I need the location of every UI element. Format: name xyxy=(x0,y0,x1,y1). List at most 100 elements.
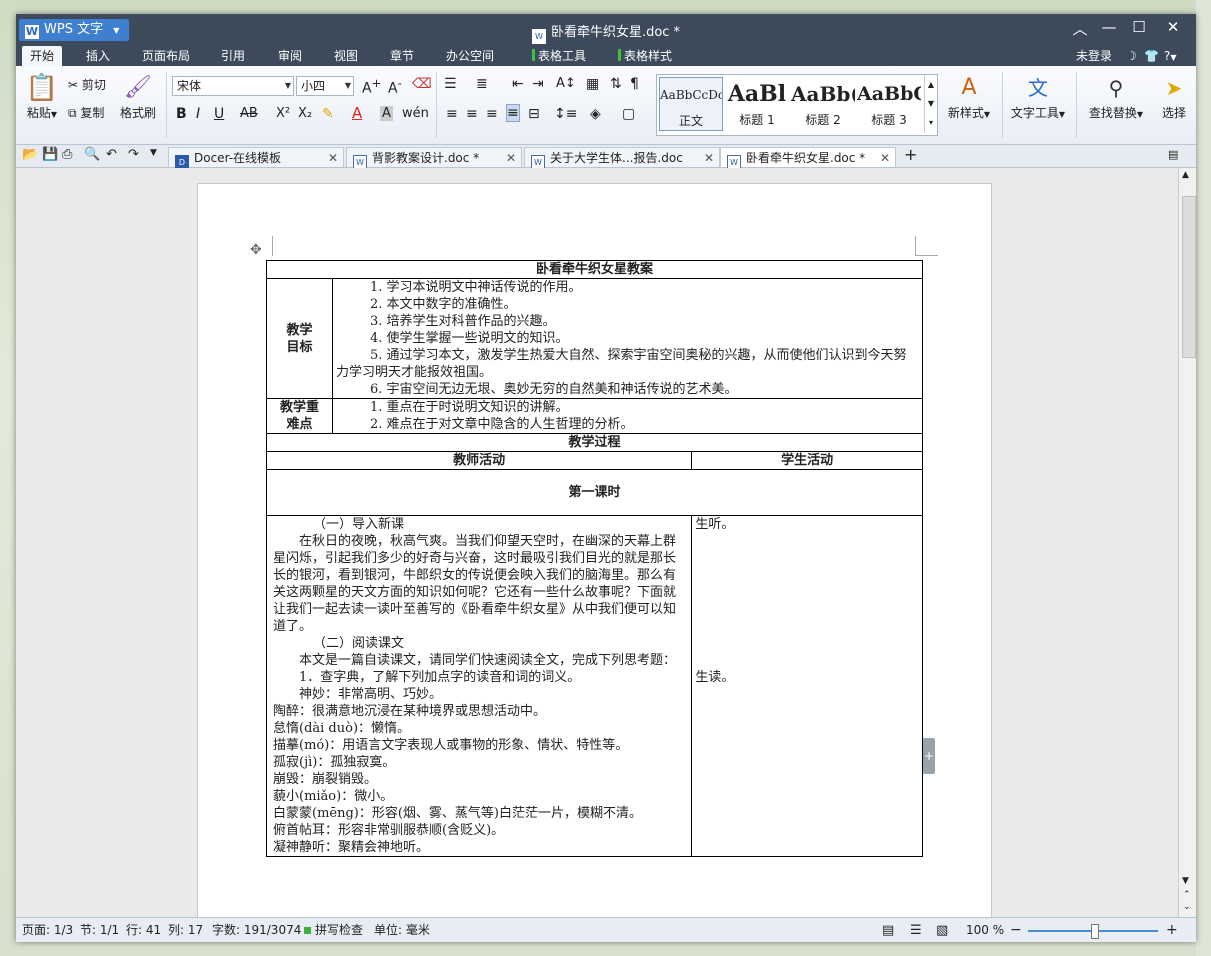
sort-icon[interactable]: ⇅ xyxy=(610,76,622,92)
skin-icon[interactable]: ☽ xyxy=(1126,46,1137,66)
tab-view[interactable]: 视图 xyxy=(326,46,366,66)
format-painter-button[interactable]: 🖌 格式刷 xyxy=(116,72,160,121)
tab-doc-report[interactable]: W 关于大学生体...报告.doc ✕ xyxy=(524,147,720,171)
zoom-level[interactable]: 100 % xyxy=(966,918,1004,942)
distribute-icon[interactable]: ⊟ xyxy=(528,106,540,122)
zoom-out-icon[interactable]: − xyxy=(1010,918,1022,942)
tab-insert[interactable]: 插入 xyxy=(78,46,118,66)
char-shading-icon[interactable]: A xyxy=(380,106,393,121)
show-marks-icon[interactable]: ¶ xyxy=(630,76,639,92)
status-page[interactable]: 页面: 1/3 xyxy=(22,918,73,942)
status-word-count[interactable]: 字数: 191/3074 xyxy=(212,918,301,942)
subscript-icon[interactable]: X₂ xyxy=(298,106,312,121)
numbered-list-icon[interactable]: ≣ xyxy=(476,76,488,92)
table-move-handle-icon[interactable]: ✥ xyxy=(250,242,262,258)
status-unit[interactable]: 单位: 毫米 xyxy=(374,918,430,942)
tab-chapter[interactable]: 章节 xyxy=(382,46,422,66)
new-style-button[interactable]: A 新样式▼ xyxy=(944,72,994,121)
justify-icon[interactable]: ≡ xyxy=(506,104,520,122)
clear-format-icon[interactable]: ⌫ xyxy=(412,76,432,92)
text-direction-icon[interactable]: A↕ xyxy=(556,76,576,91)
expand-panel-icon[interactable]: + xyxy=(923,738,935,774)
login-link[interactable]: 未登录 xyxy=(1076,46,1112,66)
document-page[interactable]: ✥ 卧看牵牛织女星教案 教学目标 1. 学习本说明文中神话传说的作用。 2. 本… xyxy=(197,183,992,917)
prev-page-icon[interactable]: ⌃ xyxy=(1183,890,1191,900)
paste-button[interactable]: 📋 粘贴▼ xyxy=(22,72,62,121)
undo-icon[interactable]: ↶ xyxy=(106,147,117,162)
tab-table-tools[interactable]: 表格工具 xyxy=(524,46,594,66)
close-tab-icon[interactable]: ✕ xyxy=(328,148,338,168)
style-heading-1[interactable]: AaBl 标题 1 xyxy=(725,77,789,128)
style-heading-3[interactable]: AaBbC 标题 3 xyxy=(857,77,921,128)
tab-page-layout[interactable]: 页面布局 xyxy=(136,46,196,66)
tab-table-style[interactable]: 表格样式 xyxy=(610,46,680,66)
align-left-icon[interactable]: ≡ xyxy=(446,106,458,122)
style-gallery-scroll[interactable]: ▲ ▼ ▾ xyxy=(924,75,937,133)
shrink-font-icon[interactable]: A- xyxy=(388,76,402,97)
help-button[interactable]: ?▼ xyxy=(1164,46,1177,68)
close-icon[interactable]: ✕ xyxy=(1161,18,1185,36)
find-replace-button[interactable]: ⚲ 查找替换▼ xyxy=(1084,72,1148,121)
tab-list-icon[interactable]: ▤ xyxy=(1168,148,1178,161)
close-tab-icon[interactable]: ✕ xyxy=(880,148,890,168)
shirt-icon[interactable]: 👕 xyxy=(1144,46,1159,66)
tab-doc-beiying[interactable]: W 背影教案设计.doc * ✕ xyxy=(346,147,522,171)
cut-button[interactable]: ✂ 剪切 xyxy=(68,76,106,93)
bold-icon[interactable]: B xyxy=(176,106,187,122)
table-grid-icon[interactable]: ▦ xyxy=(586,76,599,92)
maximize-icon[interactable]: ☐ xyxy=(1127,18,1151,36)
redo-icon[interactable]: ↷ xyxy=(128,147,139,162)
copy-button[interactable]: ⧉ 复制 xyxy=(68,104,104,121)
scroll-up-icon[interactable]: ▲ xyxy=(1182,170,1189,180)
scroll-thumb[interactable] xyxy=(1182,196,1196,358)
tab-office-space[interactable]: 办公空间 xyxy=(440,46,500,66)
phonetic-icon[interactable]: wén xyxy=(402,106,429,121)
open-icon[interactable]: 📂 xyxy=(22,147,38,162)
print-icon[interactable]: ⎙ xyxy=(62,147,72,162)
minimize-icon[interactable]: — xyxy=(1097,18,1121,36)
font-color-icon[interactable]: A xyxy=(352,104,362,122)
text-tools-button[interactable]: 文 文字工具▼ xyxy=(1008,72,1068,121)
save-icon[interactable]: 💾 xyxy=(42,147,58,162)
new-tab-icon[interactable]: + xyxy=(904,145,917,164)
tab-review[interactable]: 审阅 xyxy=(270,46,310,66)
close-tab-icon[interactable]: ✕ xyxy=(506,148,516,168)
zoom-in-icon[interactable]: + xyxy=(1166,918,1178,942)
font-size-select[interactable]: 小四 ▼ xyxy=(296,76,354,96)
align-right-icon[interactable]: ≡ xyxy=(486,106,498,122)
increase-indent-icon[interactable]: ⇥ xyxy=(532,76,544,92)
outline-view-icon[interactable]: ☰ xyxy=(910,918,922,942)
highlight-icon[interactable]: ✎ xyxy=(322,106,334,122)
shading-icon[interactable]: ◈ xyxy=(590,106,601,122)
scroll-down-icon[interactable]: ▼ xyxy=(1182,876,1189,886)
tab-references[interactable]: 引用 xyxy=(213,46,253,66)
borders-icon[interactable]: ▢ xyxy=(622,106,635,122)
wps-window: W WPS 文字 ▼ W 卧看牵牛织女星.doc * ︿ — ☐ ✕ 开始 插入 页… xyxy=(16,14,1196,942)
style-normal[interactable]: AaBbCcDc 正文 xyxy=(659,77,723,131)
align-center-icon[interactable]: ≡ xyxy=(466,106,478,122)
tab-home[interactable]: 开始 xyxy=(22,46,62,66)
ribbon-collapse-icon[interactable]: ︿ xyxy=(1068,18,1092,39)
vertical-scrollbar[interactable]: ▲ ▼ ⌃ ⌄ xyxy=(1178,168,1196,917)
quick-access-dropdown-icon[interactable]: ▼ xyxy=(150,148,157,158)
bullet-list-icon[interactable]: ☰ xyxy=(444,76,457,92)
strikethrough-icon[interactable]: AB xyxy=(240,106,258,121)
page-view-icon[interactable]: ▤ xyxy=(882,918,894,942)
decrease-indent-icon[interactable]: ⇤ xyxy=(512,76,524,92)
web-view-icon[interactable]: ▧ xyxy=(936,918,948,942)
line-spacing-icon[interactable]: ↕≡ xyxy=(554,106,577,122)
zoom-slider-handle[interactable] xyxy=(1091,924,1099,939)
spell-check-toggle[interactable]: 拼写检查 xyxy=(304,918,363,942)
print-preview-icon[interactable]: 🔍 xyxy=(84,147,100,162)
select-button[interactable]: ➤ 选择 xyxy=(1154,72,1194,121)
close-tab-icon[interactable]: ✕ xyxy=(704,148,714,168)
next-page-icon[interactable]: ⌄ xyxy=(1183,902,1191,912)
style-heading-2[interactable]: AaBb( 标题 2 xyxy=(791,77,855,128)
font-name-select[interactable]: 宋体 ▼ xyxy=(172,76,294,96)
grow-font-icon[interactable]: A+ xyxy=(362,76,381,97)
underline-icon[interactable]: U xyxy=(214,106,224,122)
superscript-icon[interactable]: X² xyxy=(276,106,290,121)
tab-doc-current[interactable]: W 卧看牵牛织女星.doc * ✕ xyxy=(720,147,896,171)
italic-icon[interactable]: I xyxy=(196,106,200,122)
tab-docer[interactable]: D Docer-在线模板 ✕ xyxy=(168,147,344,171)
